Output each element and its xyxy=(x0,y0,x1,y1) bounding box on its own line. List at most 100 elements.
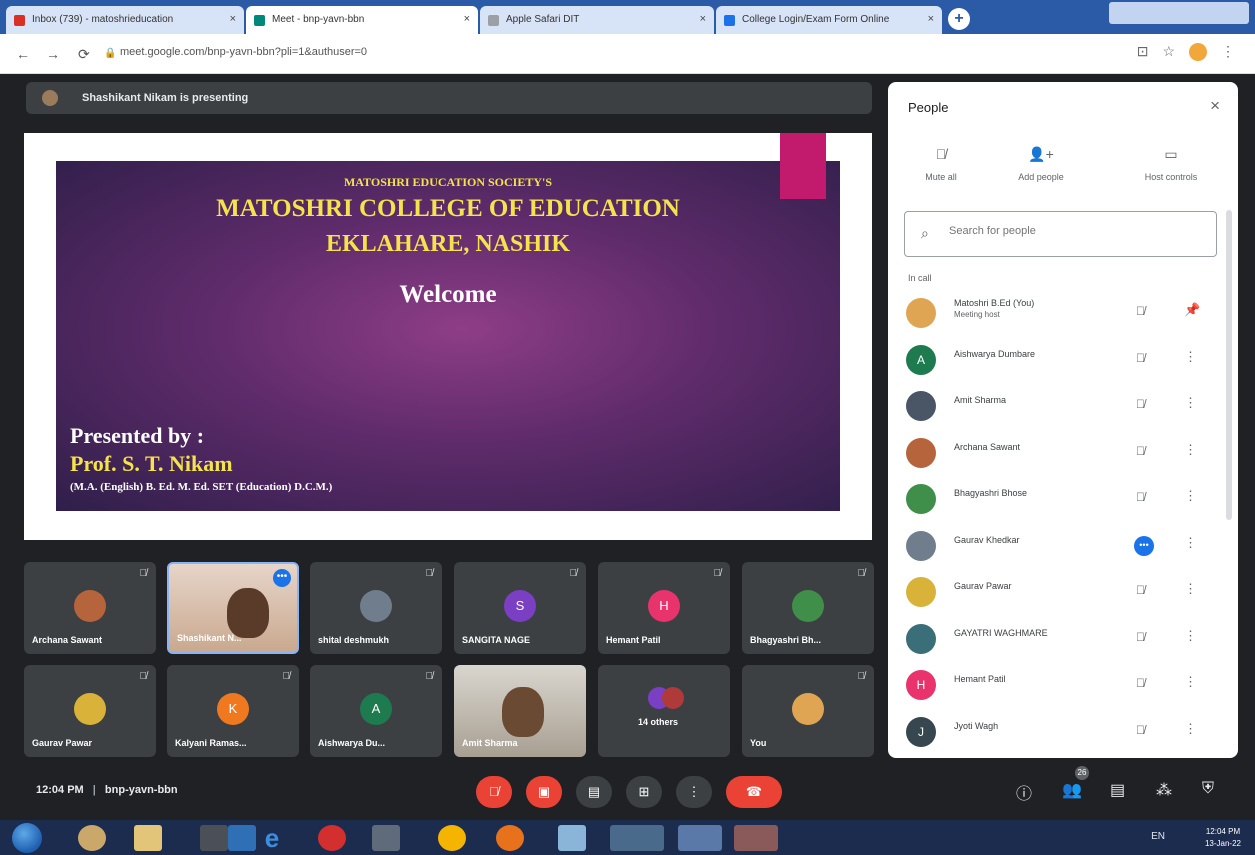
camera-toggle-button[interactable]: ▣ xyxy=(526,776,562,808)
person-name: Jyoti Wagh xyxy=(954,720,999,731)
back-icon[interactable]: ← xyxy=(16,46,30,62)
list-item[interactable]: A Aishwarya Dumbare 🎙̸ ⋮ xyxy=(888,337,1238,384)
list-item[interactable]: GAYATRI WAGHMARE 🎙̸ ⋮ xyxy=(888,616,1238,663)
tab-college[interactable]: College Login/Exam Form Online × xyxy=(716,6,942,34)
end-call-icon: ☎ xyxy=(745,784,763,799)
present-button[interactable]: ⊞ xyxy=(626,776,662,808)
add-people-button[interactable]: 👤+ Add people xyxy=(996,146,1086,182)
shield-icon[interactable]: ⛨ xyxy=(1202,780,1214,798)
app-icon[interactable] xyxy=(558,825,586,851)
meet-icon xyxy=(254,15,265,26)
list-item[interactable]: J Jyoti Wagh 🎙̸ ⋮ xyxy=(888,709,1238,756)
app-icon[interactable] xyxy=(678,825,722,851)
reload-icon[interactable]: ⟳ xyxy=(78,46,90,63)
star-icon[interactable]: ☆ xyxy=(1162,43,1175,61)
self-tile[interactable]: 🎙̸ You xyxy=(742,665,874,757)
activities-icon[interactable]: ⁂ xyxy=(1156,780,1172,800)
chrome-window-icon[interactable] xyxy=(610,825,664,851)
people-search[interactable]: ⌕ xyxy=(904,211,1217,257)
mic-off-icon: 🎙̸ xyxy=(857,568,866,579)
list-item[interactable]: Amit Sharma 🎙̸ ⋮ xyxy=(888,383,1238,430)
chrome-icon[interactable] xyxy=(438,825,466,851)
more-options-icon[interactable]: ⋮ xyxy=(1184,674,1197,690)
meeting-code[interactable]: bnp-yavn-bbn xyxy=(105,784,178,796)
others-tile[interactable]: 14 others xyxy=(598,665,730,757)
people-panel: People × 🎙̸ Mute all 👤+ Add people ▭ Hos… xyxy=(888,82,1238,758)
list-item[interactable]: H Hemant Patil 🎙̸ ⋮ xyxy=(888,662,1238,709)
system-clock[interactable]: 12:04 PM 13-Jan-22 xyxy=(1205,826,1241,850)
search-input[interactable] xyxy=(949,225,1199,237)
list-item[interactable]: Gaurav Pawar 🎙̸ ⋮ xyxy=(888,569,1238,616)
more-options-icon[interactable]: ⋮ xyxy=(1184,442,1197,458)
captions-icon: ▤ xyxy=(587,784,601,799)
opera-icon[interactable] xyxy=(318,825,346,851)
mic-toggle-button[interactable]: 🎙̸ xyxy=(476,776,512,808)
firefox-icon[interactable] xyxy=(496,825,524,851)
more-options-icon[interactable]: ⋮ xyxy=(1184,488,1197,504)
start-button[interactable] xyxy=(12,823,42,853)
menu-icon[interactable]: ⋮ xyxy=(1221,43,1235,61)
speaking-indicator-icon: ••• xyxy=(1134,535,1154,556)
avatar xyxy=(906,484,936,514)
app-icon[interactable] xyxy=(78,825,106,851)
chat-icon[interactable]: ▤ xyxy=(1110,780,1125,800)
list-item[interactable]: Gaurav Khedkar ••• ⋮ xyxy=(888,523,1238,570)
captions-button[interactable]: ▤ xyxy=(576,776,612,808)
more-options-icon[interactable]: ⋮ xyxy=(1184,628,1197,644)
participant-tile[interactable]: 🎙̸ H Hemant Patil xyxy=(598,562,730,654)
tab-gmail[interactable]: Inbox (739) - matoshrieducation × xyxy=(6,6,244,34)
scrollbar[interactable] xyxy=(1226,210,1232,520)
folder-icon[interactable] xyxy=(134,825,162,851)
end-call-button[interactable]: ☎ xyxy=(726,776,782,808)
slide-welcome: Welcome xyxy=(399,281,497,308)
media-icon[interactable] xyxy=(200,825,228,851)
list-item[interactable]: Archana Sawant 🎙̸ ⋮ xyxy=(888,430,1238,477)
pin-icon[interactable]: 📌 xyxy=(1184,302,1200,318)
app-icon[interactable] xyxy=(734,825,778,851)
tab-safari[interactable]: Apple Safari DIT × xyxy=(480,6,714,34)
close-icon[interactable]: × xyxy=(928,13,934,25)
participant-tile[interactable]: 🎙̸ K Kalyani Ramas... xyxy=(167,665,299,757)
participant-tile[interactable]: 🎙̸ Gaurav Pawar xyxy=(24,665,156,757)
avatar xyxy=(906,577,936,607)
more-options-icon[interactable]: ⋮ xyxy=(1184,395,1197,411)
person-name: Aishwarya Dumbare xyxy=(954,348,1036,359)
info-icon[interactable]: ⓘ xyxy=(1016,780,1032,804)
close-icon[interactable]: × xyxy=(1210,96,1220,116)
avatar xyxy=(792,590,824,622)
camera-icon[interactable]: ⊡ xyxy=(1137,43,1149,61)
more-options-icon[interactable]: ⋮ xyxy=(1184,581,1197,597)
close-icon[interactable]: × xyxy=(464,13,470,25)
forward-icon[interactable]: → xyxy=(46,46,60,62)
profile-avatar[interactable] xyxy=(1189,43,1207,61)
more-options-icon[interactable]: ⋮ xyxy=(1184,721,1197,737)
more-options-icon[interactable]: ⋮ xyxy=(1184,349,1197,365)
url-field[interactable]: meet.google.com/bnp-yavn-bbn?pli=1&authu… xyxy=(120,46,367,58)
mute-all-button[interactable]: 🎙̸ Mute all xyxy=(896,146,986,182)
app-icon[interactable] xyxy=(228,825,256,851)
person-role: Meeting host xyxy=(954,310,1000,319)
participant-tile-video[interactable]: Amit Sharma xyxy=(454,665,586,757)
participant-tile[interactable]: 🎙̸ shital deshmukh xyxy=(310,562,442,654)
close-icon[interactable]: × xyxy=(230,13,236,25)
more-options-icon[interactable]: ⋮ xyxy=(1184,535,1197,551)
internet-explorer-icon[interactable]: e xyxy=(258,825,286,851)
tab-meet[interactable]: Meet - bnp-yavn-bbn × xyxy=(246,6,478,34)
more-options-button[interactable]: ⋮ xyxy=(676,776,712,808)
people-count-badge: 26 xyxy=(1075,766,1089,780)
app-icon[interactable] xyxy=(372,825,400,851)
avatar: A xyxy=(906,344,936,375)
system-tray[interactable]: EN xyxy=(1151,831,1165,842)
participant-tile[interactable]: 🎙̸ A Aishwarya Du... xyxy=(310,665,442,757)
participant-tile[interactable]: 🎙̸ Archana Sawant xyxy=(24,562,156,654)
new-tab-button[interactable]: + xyxy=(948,8,970,30)
participant-tile-video[interactable]: ••• Shashikant N... xyxy=(167,562,299,654)
participant-tile[interactable]: 🎙̸ Bhagyashri Bh... xyxy=(742,562,874,654)
people-icon[interactable]: 👥 xyxy=(1062,780,1082,800)
window-controls[interactable] xyxy=(1109,2,1249,24)
participant-tile[interactable]: 🎙̸ S SANGITA NAGE xyxy=(454,562,586,654)
list-item[interactable]: Matoshri B.Ed (You) Meeting host 🎙̸ 📌 xyxy=(888,290,1238,337)
host-controls-button[interactable]: ▭ Host controls xyxy=(1126,146,1216,182)
list-item[interactable]: Bhagyashri Bhose 🎙̸ ⋮ xyxy=(888,476,1238,523)
close-icon[interactable]: × xyxy=(700,13,706,25)
